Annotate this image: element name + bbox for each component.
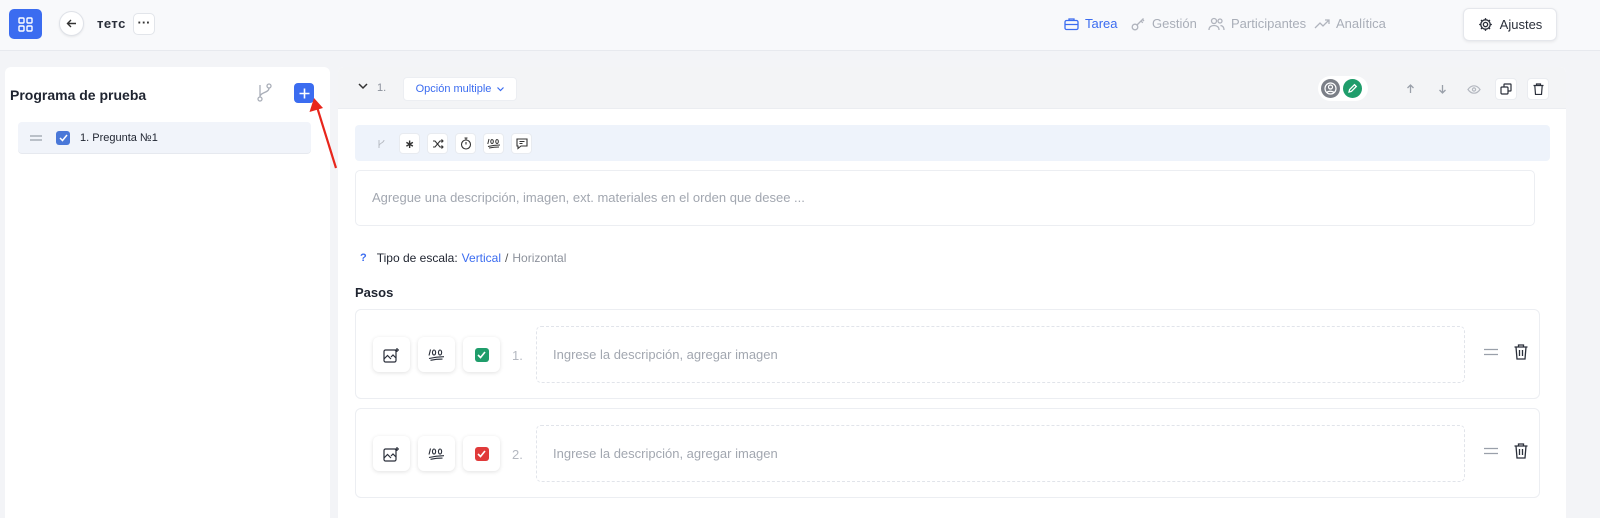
hundred-points-icon [486, 138, 500, 149]
tab-tarea[interactable]: Tarea [1064, 16, 1118, 31]
tab-gestion-label: Gestión [1152, 16, 1197, 31]
panel-title: Programa de prueba [10, 87, 147, 103]
drag-handle-icon[interactable] [1484, 348, 1498, 356]
question-item-label: 1. Pregunta №1 [80, 131, 158, 144]
step-row: 1. Ingrese la descripción, agregar image… [355, 309, 1540, 399]
tab-participantes-label: Participantes [1231, 16, 1307, 31]
chevron-down-icon[interactable] [358, 83, 368, 90]
shuffle-icon [432, 138, 444, 149]
scale-horizontal-option[interactable]: Horizontal [512, 251, 566, 265]
hundred-points-icon [428, 349, 445, 361]
drag-handle-icon[interactable] [1484, 447, 1498, 455]
question-header-bar: 1. Opción multiple [338, 67, 1566, 109]
user-avatar[interactable] [1321, 79, 1340, 98]
tab-analitica[interactable]: Analítica [1314, 16, 1386, 31]
comment-tool[interactable] [512, 134, 531, 153]
trash-icon [1533, 83, 1543, 95]
pencil-icon [1348, 83, 1358, 93]
trash-icon[interactable] [1514, 443, 1528, 459]
step-number: 2. [512, 447, 523, 462]
check-icon [477, 350, 486, 359]
question-type-label: Opción multiple [415, 83, 492, 95]
scale-help-icon[interactable]: ? [360, 252, 367, 264]
scale-vertical-option[interactable]: Vertical [462, 251, 501, 265]
more-options-button[interactable]: ··· [133, 13, 155, 35]
score-tool[interactable] [484, 134, 503, 153]
scale-type-label: Tipo de escala: [376, 251, 458, 265]
eye-icon [1467, 84, 1481, 94]
image-plus-icon [383, 446, 399, 462]
incorrect-toggle-button[interactable] [463, 436, 500, 471]
preview-button[interactable] [1463, 78, 1485, 100]
users-icon [1208, 17, 1225, 30]
drag-handle-icon[interactable] [30, 134, 42, 141]
arrow-up-icon [1406, 84, 1414, 93]
arrow-down-icon [1438, 85, 1446, 94]
timer-tool[interactable] [456, 134, 475, 153]
tab-tarea-label: Tarea [1085, 16, 1118, 31]
move-up-button[interactable] [1399, 78, 1421, 100]
scale-separator: / [505, 251, 509, 265]
user-circle-icon [1324, 82, 1337, 95]
delete-question-button[interactable] [1527, 78, 1549, 100]
edit-avatar[interactable] [1343, 79, 1362, 98]
question-editor: 1. Opción multiple ∗ Agregue una descrip… [338, 67, 1566, 518]
top-header: тетс ··· Tarea Gestión Participantes Ana… [0, 0, 1600, 51]
trash-icon[interactable] [1514, 344, 1528, 360]
check-icon [477, 449, 486, 458]
correct-mark [474, 347, 489, 362]
test-program-panel: Programa de prueba 1. Pregunta №1 [5, 67, 330, 518]
question-type-select[interactable]: Opción multiple [403, 77, 517, 101]
settings-button[interactable]: Ajustes [1463, 8, 1557, 41]
git-branch-icon [257, 83, 272, 102]
git-branch-icon [378, 139, 385, 148]
back-button[interactable] [59, 11, 84, 36]
briefcase-icon [1064, 17, 1079, 30]
asterisk-icon: ∗ [404, 136, 415, 151]
apps-grid-button[interactable] [9, 9, 42, 39]
shuffle-tool[interactable] [428, 134, 447, 153]
incorrect-mark [474, 446, 489, 461]
score-button[interactable] [418, 337, 455, 372]
check-icon [58, 134, 68, 142]
key-icon [1131, 17, 1145, 30]
project-title: тетс [97, 16, 126, 31]
question-checkbox[interactable] [56, 130, 70, 145]
description-editor[interactable]: Agregue una descripción, imagen, ext. ma… [355, 170, 1535, 226]
image-plus-icon [383, 347, 399, 363]
grid-icon [18, 16, 33, 32]
arrow-left-icon [66, 19, 76, 28]
step-description-input[interactable]: Ingrese la descripción, agregar imagen [536, 326, 1465, 383]
score-button[interactable] [418, 436, 455, 471]
hundred-points-icon [428, 448, 445, 460]
step-row: 2. Ingrese la descripción, agregar image… [355, 408, 1540, 498]
stopwatch-icon [460, 137, 471, 150]
assignees [1318, 76, 1368, 101]
question-number: 1. [377, 82, 387, 94]
tab-participantes[interactable]: Participantes [1208, 16, 1306, 31]
gear-icon [1478, 18, 1492, 31]
question-tools-toolbar: ∗ [355, 125, 1550, 161]
branch-button[interactable] [256, 83, 273, 107]
duplicate-button[interactable] [1495, 78, 1517, 100]
tab-analitica-label: Analítica [1336, 16, 1386, 31]
settings-label: Ajustes [1499, 17, 1543, 32]
trending-up-icon [1314, 18, 1330, 28]
chevron-down-icon [497, 86, 505, 91]
copy-icon [1500, 83, 1512, 95]
question-list-item[interactable]: 1. Pregunta №1 [18, 122, 311, 153]
add-image-button[interactable] [373, 337, 410, 372]
required-tool[interactable]: ∗ [400, 134, 419, 153]
correct-toggle-button[interactable] [463, 337, 500, 372]
steps-title: Pasos [355, 285, 394, 300]
step-description-input[interactable]: Ingrese la descripción, agregar imagen [536, 425, 1465, 482]
move-down-button[interactable] [1431, 78, 1453, 100]
comment-icon [515, 137, 528, 150]
scale-type-row: ? Tipo de escala: Vertical / Horizontal [360, 251, 566, 265]
step-number: 1. [512, 348, 523, 363]
branch-tool[interactable] [372, 134, 391, 153]
tab-gestion[interactable]: Gestión [1131, 16, 1197, 31]
add-image-button[interactable] [373, 436, 410, 471]
